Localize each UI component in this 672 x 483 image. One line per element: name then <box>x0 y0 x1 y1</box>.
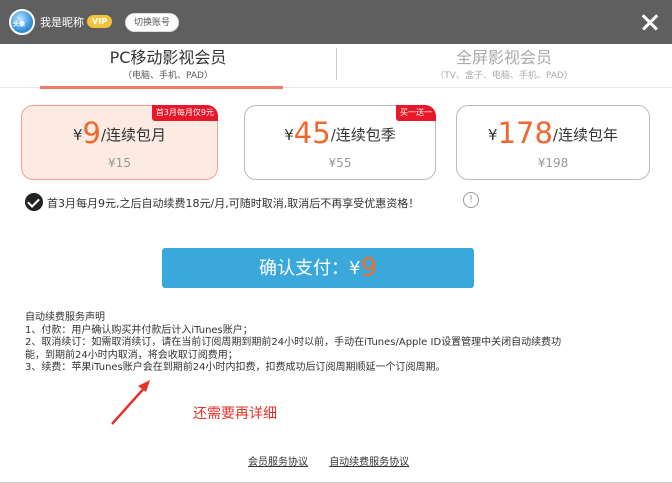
tab-label: PC移动影视会员 <box>109 48 227 67</box>
plan-price: ¥45/连续包季 <box>245 118 435 150</box>
tab-sub-label: （TV、盒子、电脑、手机、PAD） <box>435 71 573 81</box>
plan-yearly-card[interactable]: ¥178/连续包年 ¥198 <box>456 105 650 180</box>
close-icon[interactable] <box>636 8 664 36</box>
avatar-tag: 头像 <box>13 21 26 28</box>
terms-line: 2、取消续订：如需取消续订，请在当前订阅周期到期前24小时以前，手动在iTune… <box>25 337 562 348</box>
price-unit: /连续包年 <box>552 126 618 144</box>
avatar[interactable]: 头像 <box>9 9 35 35</box>
plan-price: ¥9/连续包月 <box>22 118 217 150</box>
plan-price: ¥178/连续包年 <box>457 118 649 150</box>
price-unit: /连续包月 <box>100 126 167 144</box>
info-icon[interactable]: ! <box>463 192 479 208</box>
switch-account-button[interactable]: 切换账号 <box>125 13 180 32</box>
annotation-text: 还需要再详细 <box>193 406 277 422</box>
pay-amount: 9 <box>360 253 377 283</box>
auto-renew-terms: 自动续费服务声明 1、付款：用户确认购买并付款后计入iTunes账户； 2、取消… <box>25 312 650 375</box>
notice-text: 首3月每月9元,之后自动续费18元/月,可随时取消,取消后不再享受优惠资格！ <box>47 197 420 210</box>
terms-line: 3、续费：苹果iTunes账户会在到期前24小时内扣费，扣费成功后订阅周期顺延一… <box>25 362 446 373</box>
original-price: ¥55 <box>328 156 352 170</box>
price-value: 45 <box>293 116 331 150</box>
original-price: ¥198 <box>537 156 569 170</box>
price-value: 178 <box>497 116 553 150</box>
confirm-pay-button[interactable]: 确认支付：¥9 <box>162 248 474 288</box>
pay-label: 确认支付：¥ <box>259 258 361 279</box>
terms-line: 自动续费服务声明 <box>25 312 105 323</box>
member-service-agreement-link[interactable]: 会员服务协议 <box>248 457 308 468</box>
original-price: ¥15 <box>108 156 131 170</box>
agreement-links: 会员服务协议 自动续费服务协议 <box>248 453 427 468</box>
price-value: 9 <box>82 116 101 150</box>
currency-symbol: ¥ <box>284 126 294 144</box>
tab-fullscreen-vip[interactable]: 全屏影视会员 （TV、盒子、电脑、手机、PAD） <box>336 48 672 86</box>
currency-symbol: ¥ <box>488 126 498 144</box>
auto-renew-agreement-link[interactable]: 自动续费服务协议 <box>329 457 409 468</box>
nickname: 我是昵称 <box>40 16 84 29</box>
annotation-arrow-icon <box>111 380 150 425</box>
vip-badge: VIP <box>87 15 113 28</box>
tab-sub-label: （电脑、手机、PAD） <box>123 71 213 81</box>
title-bar: 头像 我是昵称 VIP 切换账号 <box>0 0 672 44</box>
currency-symbol: ¥ <box>72 126 83 144</box>
price-unit: /连续包季 <box>330 126 396 144</box>
tab-label: 全屏影视会员 <box>455 48 552 67</box>
tab-active-indicator <box>40 86 283 89</box>
plan-monthly-card[interactable]: 首3月每月仅9元 ¥9/连续包月 ¥15 <box>21 105 218 180</box>
terms-line: 1、付款：用户确认购买并付款后计入iTunes账户； <box>25 324 253 336</box>
tab-pc-mobile-vip[interactable]: PC移动影视会员 （电脑、手机、PAD） <box>0 48 336 86</box>
plan-quarterly-card[interactable]: 买一送一 ¥45/连续包季 ¥55 <box>244 105 436 180</box>
terms-line: 能，到期前24小时内取消，将会收取订阅费用； <box>25 349 238 361</box>
checkmark-icon[interactable] <box>25 193 43 211</box>
